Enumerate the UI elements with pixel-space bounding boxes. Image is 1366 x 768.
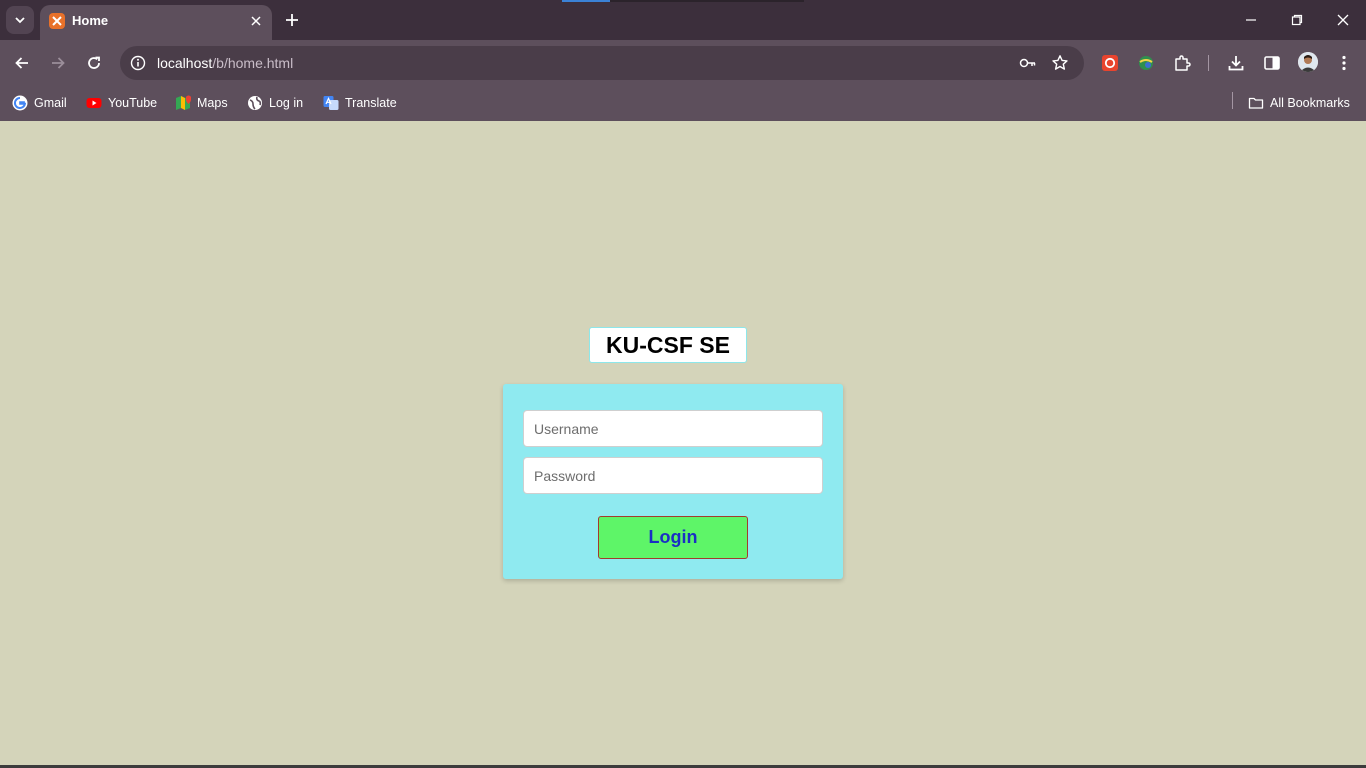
globe-extension-icon[interactable] <box>1135 52 1157 74</box>
bookmark-label: Log in <box>269 96 304 110</box>
bookmark-label: Translate <box>345 96 397 110</box>
profile-avatar[interactable] <box>1298 52 1318 72</box>
username-input[interactable] <box>523 410 823 447</box>
page-title: KU-CSF SE <box>589 327 747 363</box>
extensions-puzzle-icon[interactable] <box>1171 52 1193 74</box>
record-extension-icon[interactable] <box>1099 52 1121 74</box>
bookmark-youtube[interactable]: YouTube <box>86 92 157 114</box>
login-form: Login <box>503 384 843 579</box>
close-icon <box>1337 14 1349 26</box>
tab-search-button[interactable] <box>6 6 34 34</box>
restore-icon <box>1291 14 1303 26</box>
bookmark-label: Gmail <box>34 96 67 110</box>
password-input[interactable] <box>523 457 823 494</box>
bookmark-star-icon[interactable] <box>1050 53 1070 73</box>
reload-icon <box>88 56 100 69</box>
minimize-button[interactable] <box>1239 8 1263 32</box>
address-bar[interactable]: localhost/b/home.html <box>120 46 1084 80</box>
close-window-button[interactable] <box>1331 8 1355 32</box>
maps-icon <box>175 95 191 111</box>
browser-chrome: Home localhost/b/home.html Gmail YouTube… <box>0 0 1366 121</box>
password-key-icon[interactable] <box>1018 53 1038 73</box>
all-bookmarks-label: All Bookmarks <box>1270 96 1350 110</box>
forward-arrow-icon <box>52 57 65 69</box>
bookmark-label: Maps <box>197 96 228 110</box>
bookmarks-separator <box>1232 92 1233 109</box>
google-icon <box>12 95 28 111</box>
tab-title: Home <box>72 13 109 28</box>
login-button[interactable]: Login <box>598 516 748 559</box>
bookmark-log-in[interactable]: Log in <box>247 92 303 114</box>
forward-button[interactable] <box>46 51 70 75</box>
chevron-down-icon <box>15 17 25 24</box>
back-arrow-icon <box>15 57 28 69</box>
more-menu-icon[interactable] <box>1333 52 1355 74</box>
bookmark-label: YouTube <box>108 96 158 110</box>
info-icon[interactable] <box>128 53 148 73</box>
toolbar-separator <box>1208 55 1209 71</box>
url-text[interactable]: localhost/b/home.html <box>157 55 293 71</box>
bookmark-maps[interactable]: Maps <box>175 92 228 114</box>
url-host: localhost <box>157 55 213 71</box>
folder-icon <box>1248 95 1264 111</box>
new-tab-button[interactable] <box>281 9 303 31</box>
translate-icon <box>323 95 339 111</box>
bookmarks-bar: Gmail YouTube Maps Log in Translate All … <box>0 86 1366 121</box>
tabstrip-indicator <box>562 0 610 2</box>
navigation-toolbar: localhost/b/home.html <box>0 40 1366 86</box>
side-panel-icon[interactable] <box>1261 52 1283 74</box>
tab-home[interactable]: Home <box>40 5 272 40</box>
minimize-icon <box>1246 19 1256 21</box>
youtube-icon <box>86 95 102 111</box>
bookmark-translate[interactable]: Translate <box>323 92 397 114</box>
bookmark-gmail[interactable]: Gmail <box>12 92 67 114</box>
all-bookmarks-button[interactable]: All Bookmarks <box>1248 92 1350 114</box>
plus-icon <box>286 14 298 26</box>
tab-close-button[interactable] <box>247 12 265 30</box>
tab-strip: Home <box>0 0 1366 40</box>
close-icon <box>251 16 261 26</box>
url-path: /b/home.html <box>212 55 294 71</box>
downloads-icon[interactable] <box>1225 52 1247 74</box>
globe-icon <box>247 95 263 111</box>
xampp-icon <box>49 13 65 29</box>
back-button[interactable] <box>10 51 34 75</box>
restore-button[interactable] <box>1285 8 1309 32</box>
reload-button[interactable] <box>82 51 106 75</box>
